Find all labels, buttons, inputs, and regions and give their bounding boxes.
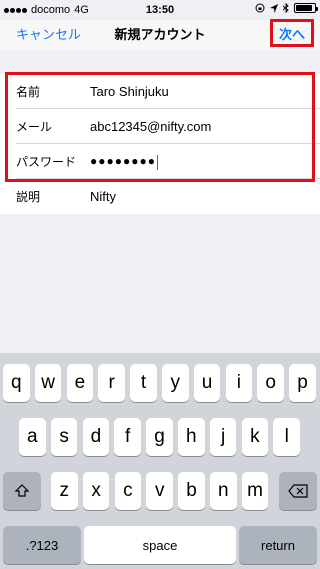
- password-dots: ●●●●●●●●: [90, 154, 156, 169]
- key-j[interactable]: j: [209, 418, 237, 456]
- battery-icon: [294, 3, 318, 13]
- key-v[interactable]: v: [146, 472, 173, 510]
- key-b[interactable]: b: [178, 472, 205, 510]
- password-row[interactable]: パスワード ●●●●●●●●: [0, 144, 320, 179]
- mail-field[interactable]: abc12345@nifty.com: [90, 119, 211, 134]
- key-g[interactable]: g: [146, 418, 173, 456]
- key-d[interactable]: d: [82, 418, 110, 456]
- key-w[interactable]: w: [34, 364, 62, 402]
- location-icon: [270, 3, 278, 13]
- status-right: [255, 3, 318, 13]
- key-o[interactable]: o: [257, 364, 284, 402]
- space-key[interactable]: space: [84, 526, 236, 564]
- delete-key[interactable]: [279, 472, 317, 510]
- password-label: パスワード: [16, 155, 77, 169]
- key-e[interactable]: e: [66, 364, 94, 402]
- text-caret: [156, 154, 158, 170]
- description-field[interactable]: Nifty: [90, 189, 116, 204]
- lock-rotation-icon: [255, 3, 265, 13]
- name-label: 名前: [16, 85, 41, 99]
- status-bar: docomo 4G 13:50: [0, 0, 320, 20]
- description-label: 説明: [16, 190, 41, 204]
- key-x[interactable]: x: [82, 472, 110, 510]
- key-z[interactable]: z: [51, 472, 78, 510]
- key-y[interactable]: y: [162, 364, 189, 402]
- key-p[interactable]: p: [289, 364, 316, 402]
- shift-key[interactable]: [3, 472, 41, 510]
- bluetooth-icon: [283, 3, 289, 13]
- key-t[interactable]: t: [130, 364, 157, 402]
- key-q[interactable]: q: [3, 364, 30, 402]
- key-n[interactable]: n: [210, 472, 237, 510]
- key-s[interactable]: s: [50, 418, 78, 456]
- key-i[interactable]: i: [225, 364, 253, 402]
- key-f[interactable]: f: [114, 418, 141, 456]
- navigation-bar: キャンセル 新規アカウント 次へ: [0, 19, 320, 50]
- key-a[interactable]: a: [19, 418, 46, 456]
- name-row[interactable]: 名前 Taro Shinjuku: [0, 74, 320, 109]
- key-c[interactable]: c: [114, 472, 142, 510]
- keyboard: .?123 space return qwertyuiop asdfghjkl zx…: [0, 353, 320, 569]
- battery-fill: [296, 5, 313, 11]
- backspace-icon: [288, 484, 308, 498]
- key-u[interactable]: u: [193, 364, 221, 402]
- key-r[interactable]: r: [98, 364, 125, 402]
- key-m[interactable]: m: [241, 472, 269, 510]
- return-key[interactable]: return: [239, 526, 317, 564]
- next-button[interactable]: 次へ: [270, 19, 314, 47]
- key-h[interactable]: h: [178, 418, 205, 456]
- password-field[interactable]: ●●●●●●●●: [90, 153, 158, 170]
- description-row[interactable]: 説明 Nifty: [0, 179, 320, 214]
- mail-row[interactable]: メール abc12345@nifty.com: [0, 109, 320, 144]
- key-k[interactable]: k: [241, 418, 269, 456]
- numbers-key[interactable]: .?123: [3, 526, 81, 564]
- name-field[interactable]: Taro Shinjuku: [90, 84, 169, 99]
- account-form: 名前 Taro Shinjuku メール abc12345@nifty.com …: [0, 74, 320, 214]
- mail-label: メール: [16, 120, 53, 134]
- key-l[interactable]: l: [273, 418, 300, 456]
- shift-icon: [14, 484, 30, 497]
